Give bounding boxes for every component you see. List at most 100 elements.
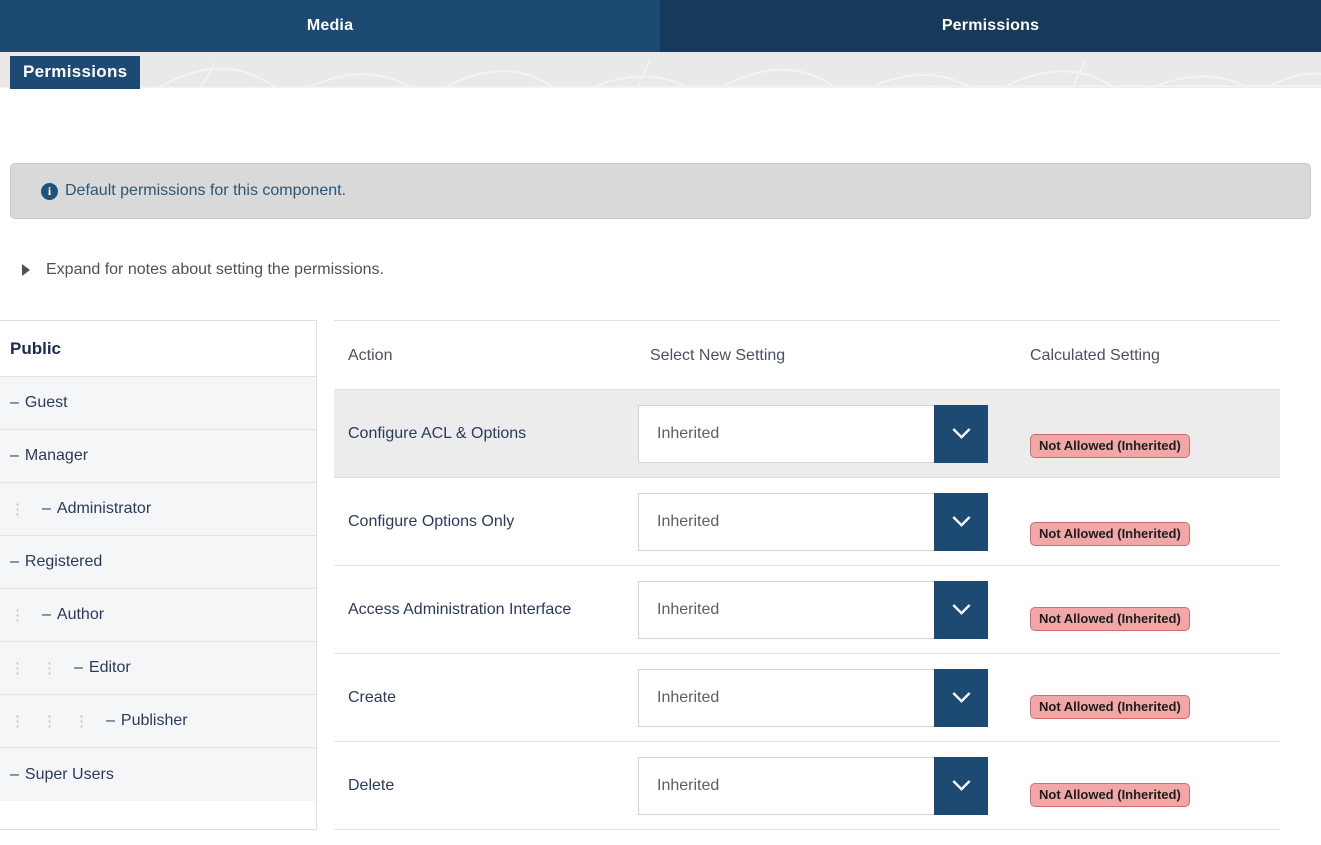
sidebar-dash: –	[74, 659, 83, 676]
table-row: Access Administration Interface Inherite…	[334, 565, 1280, 654]
decorative-header-band	[0, 52, 1321, 88]
setting-select-button[interactable]	[934, 404, 988, 463]
action-cell: Access Administration Interface	[334, 565, 636, 654]
permissions-table-wrap: Action Select New Setting Calculated Set…	[334, 320, 1280, 830]
sidebar-item-registered[interactable]: – Registered	[0, 536, 316, 589]
setting-select-button[interactable]	[934, 492, 988, 551]
sidebar-item-label: Registered	[24, 553, 103, 570]
table-row: Delete Inherited Not Allowed (Inherited)	[334, 741, 1280, 830]
sidebar-item-label: Publisher	[120, 712, 188, 729]
permissions-table: Action Select New Setting Calculated Set…	[334, 320, 1280, 830]
expand-notes-toggle[interactable]: Expand for notes about setting the permi…	[22, 261, 384, 279]
sidebar-dash: –	[10, 765, 19, 783]
sidebar-dash: –	[106, 712, 115, 729]
sidebar-item-administrator[interactable]: ⋮ – Administrator	[0, 483, 316, 536]
setting-select[interactable]: Inherited	[638, 756, 988, 815]
table-head: Action Select New Setting Calculated Set…	[334, 320, 1280, 390]
chevron-down-icon	[951, 428, 971, 439]
action-cell: Configure ACL & Options	[334, 389, 636, 478]
sidebar-item-publisher[interactable]: ⋮ ⋮ ⋮ – Publisher	[0, 695, 316, 748]
action-cell: Create	[334, 653, 636, 742]
column-header-select-new-setting: Select New Setting	[636, 320, 1016, 390]
action-label: Configure ACL & Options	[348, 424, 527, 442]
table-row: Configure ACL & Options Inherited Not Al…	[334, 389, 1280, 478]
chevron-down-icon	[951, 604, 971, 615]
sidebar-header: Public	[0, 321, 316, 377]
action-cell: Configure Options Only	[334, 477, 636, 566]
tab-media[interactable]: Media	[0, 0, 660, 52]
sidebar-item-guest[interactable]: – Guest	[0, 377, 316, 430]
chevron-down-icon	[951, 516, 971, 527]
action-label: Delete	[348, 776, 395, 794]
sidebar-dash: –	[42, 606, 51, 623]
sidebar-item-editor[interactable]: ⋮ ⋮ – Editor	[0, 642, 316, 695]
setting-select[interactable]: Inherited	[638, 492, 988, 551]
sidebar-dash: –	[10, 394, 19, 411]
sidebar-dash: –	[10, 447, 19, 464]
indent-marker-icon: ⋮	[42, 712, 57, 730]
setting-cell: Inherited	[636, 477, 1016, 566]
group-sidebar: Public – Guest – Manager ⋮ – Administrat…	[0, 320, 317, 830]
setting-select[interactable]: Inherited	[638, 668, 988, 727]
status-badge: Not Allowed (Inherited)	[1030, 694, 1190, 719]
setting-select-value: Inherited	[638, 492, 934, 551]
page-title: Permissions	[10, 56, 141, 89]
calculated-cell: Not Allowed (Inherited)	[1016, 477, 1280, 566]
sidebar-item-label: Administrator	[56, 500, 152, 517]
disclosure-triangle-icon	[22, 264, 30, 276]
sidebar-dash: –	[10, 553, 19, 570]
setting-select-value: Inherited	[638, 580, 934, 639]
tab-media-label: Media	[306, 17, 354, 34]
sidebar-item-label: Manager	[24, 447, 89, 464]
table-body: Configure ACL & Options Inherited Not Al…	[334, 389, 1280, 830]
status-badge: Not Allowed (Inherited)	[1030, 433, 1190, 458]
setting-cell: Inherited	[636, 741, 1016, 830]
info-circle-icon: i	[41, 182, 58, 200]
setting-cell: Inherited	[636, 565, 1016, 654]
setting-select-value: Inherited	[638, 404, 934, 463]
sidebar-item-label: Editor	[88, 659, 131, 676]
wave-pattern-icon	[0, 59, 1321, 88]
indent-marker-icon: ⋮	[10, 659, 25, 677]
indent-marker-icon: ⋮	[42, 659, 57, 677]
setting-select-button[interactable]	[934, 756, 988, 815]
setting-select[interactable]: Inherited	[638, 580, 988, 639]
sidebar-item-label: Guest	[24, 394, 68, 411]
setting-select[interactable]: Inherited	[638, 404, 988, 463]
permissions-main: Public – Guest – Manager ⋮ – Administrat…	[0, 320, 1321, 830]
setting-cell: Inherited	[636, 389, 1016, 478]
indent-marker-icon: ⋮	[74, 712, 89, 730]
status-badge: Not Allowed (Inherited)	[1030, 782, 1190, 807]
info-alert: i Default permissions for this component…	[10, 163, 1311, 219]
tab-permissions-label: Permissions	[941, 17, 1040, 34]
tab-permissions[interactable]: Permissions	[660, 0, 1321, 52]
calculated-cell: Not Allowed (Inherited)	[1016, 741, 1280, 830]
indent-marker-icon: ⋮	[10, 500, 25, 518]
setting-cell: Inherited	[636, 653, 1016, 742]
sidebar-item-super-users[interactable]: – Super Users	[0, 748, 316, 801]
sidebar-dash: –	[42, 500, 51, 517]
indent-marker-icon: ⋮	[10, 606, 25, 624]
action-cell: Delete	[334, 741, 636, 830]
action-label: Configure Options Only	[348, 512, 515, 530]
table-row: Configure Options Only Inherited Not All…	[334, 477, 1280, 566]
column-header-calculated-setting: Calculated Setting	[1016, 320, 1280, 390]
top-tab-bar: Media Permissions	[0, 0, 1321, 52]
action-label: Access Administration Interface	[348, 600, 572, 618]
status-badge: Not Allowed (Inherited)	[1030, 606, 1190, 631]
table-header-row: Action Select New Setting Calculated Set…	[334, 320, 1280, 390]
table-row: Create Inherited Not Allowed (Inherited)	[334, 653, 1280, 742]
sidebar-item-manager[interactable]: – Manager	[0, 430, 316, 483]
status-badge: Not Allowed (Inherited)	[1030, 521, 1190, 546]
expand-notes-label: Expand for notes about setting the permi…	[46, 261, 384, 278]
indent-marker-icon: ⋮	[10, 712, 25, 730]
setting-select-button[interactable]	[934, 668, 988, 727]
calculated-cell: Not Allowed (Inherited)	[1016, 653, 1280, 742]
chevron-down-icon	[951, 780, 971, 791]
setting-select-button[interactable]	[934, 580, 988, 639]
sidebar-item-author[interactable]: ⋮ – Author	[0, 589, 316, 642]
sidebar-item-label: Super Users	[24, 765, 114, 783]
chevron-down-icon	[951, 692, 971, 703]
sidebar-item-label: Author	[56, 606, 105, 623]
action-label: Create	[348, 688, 397, 706]
